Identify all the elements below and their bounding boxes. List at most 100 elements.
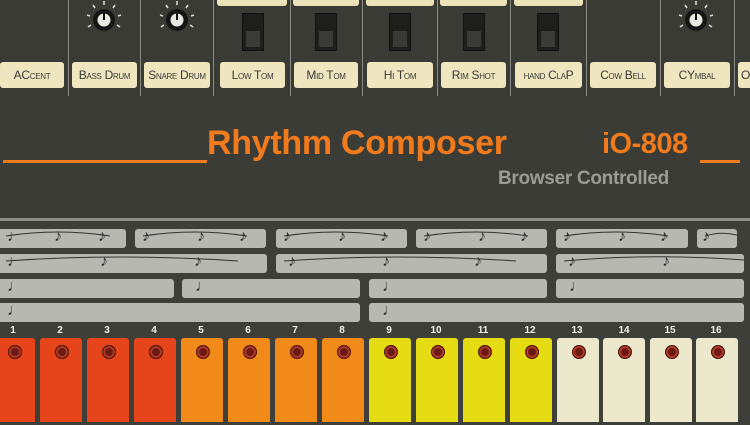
step-led bbox=[525, 345, 539, 359]
divider bbox=[734, 0, 735, 96]
instrument-label-cow-bell[interactable]: Cow Bell bbox=[590, 62, 656, 88]
time-grid-bar: ♪ bbox=[697, 229, 737, 248]
step-number: 11 bbox=[477, 325, 489, 336]
top-label-tab bbox=[217, 0, 287, 6]
time-grid-bar: ♩ ♪ ♪ bbox=[0, 229, 126, 248]
time-grid-bar: ♪ ♪ ♪ bbox=[276, 229, 407, 248]
bass-drum-level-knob[interactable] bbox=[85, 0, 123, 38]
rim-shot-switch[interactable] bbox=[463, 13, 485, 51]
step-led bbox=[196, 345, 210, 359]
time-grid-bar: ♪ ♪ ♪ bbox=[556, 229, 688, 248]
cymbal-level-knob[interactable] bbox=[677, 0, 715, 38]
step-number: 13 bbox=[571, 325, 583, 336]
time-grid-bar: ♪ ♪ bbox=[556, 254, 744, 273]
divider bbox=[660, 0, 661, 96]
top-label-tab bbox=[440, 0, 507, 6]
step-pad-9[interactable] bbox=[369, 338, 411, 422]
note-icon: ♩ bbox=[382, 279, 398, 295]
divider bbox=[362, 0, 363, 96]
step-pad-8[interactable] bbox=[322, 338, 364, 422]
top-label-tab bbox=[293, 0, 359, 6]
step-led bbox=[618, 345, 632, 359]
orange-rule-left bbox=[3, 160, 207, 163]
time-grid-bar: ♩ bbox=[182, 279, 360, 298]
note-icon: ♩ bbox=[382, 303, 398, 319]
note-icon: ♪ bbox=[702, 229, 710, 245]
step-number: 5 bbox=[198, 325, 204, 336]
note-icon: ♩ bbox=[7, 254, 23, 270]
note-icon: ♩ bbox=[7, 279, 23, 295]
instrument-label-hand-clap[interactable]: hand ClaP bbox=[515, 62, 582, 88]
step-led bbox=[431, 345, 445, 359]
divider bbox=[140, 0, 141, 96]
step-pad-13[interactable] bbox=[557, 338, 599, 422]
step-pad-15[interactable] bbox=[650, 338, 692, 422]
step-pad-16[interactable] bbox=[696, 338, 738, 422]
app-title: Rhythm Composer bbox=[207, 124, 507, 162]
step-pad-1[interactable] bbox=[0, 338, 35, 422]
step-led bbox=[337, 345, 351, 359]
time-grid-bar: ♪ ♪ ♪ bbox=[276, 254, 547, 273]
note-icon: ♪ bbox=[563, 229, 571, 245]
step-pad-2[interactable] bbox=[40, 338, 82, 422]
model-name: iO-808 bbox=[602, 128, 688, 160]
note-icon: ♪ bbox=[338, 229, 346, 245]
step-led bbox=[243, 345, 257, 359]
instrument-label-hi-tom[interactable]: Hi Tom bbox=[367, 62, 433, 88]
time-grid-bar: ♪ ♪ ♪ bbox=[135, 229, 266, 248]
step-pad-5[interactable] bbox=[181, 338, 223, 422]
time-grid-bar: ♩ bbox=[556, 279, 744, 298]
step-pad-7[interactable] bbox=[275, 338, 317, 422]
note-icon: ♪ bbox=[520, 229, 528, 245]
mid-tom-switch[interactable] bbox=[315, 13, 337, 51]
step-number: 15 bbox=[664, 325, 676, 336]
orange-rule-right bbox=[700, 160, 740, 163]
low-tom-switch[interactable] bbox=[242, 13, 264, 51]
step-led bbox=[102, 345, 116, 359]
step-number: 6 bbox=[245, 325, 251, 336]
step-led bbox=[55, 345, 69, 359]
step-pad-3[interactable] bbox=[87, 338, 129, 422]
note-icon: ♪ bbox=[100, 254, 108, 270]
instrument-label-accent[interactable]: ACcent bbox=[0, 62, 64, 88]
step-pad-14[interactable] bbox=[603, 338, 645, 422]
step-number: 3 bbox=[104, 325, 110, 336]
step-pad-6[interactable] bbox=[228, 338, 270, 422]
instrument-label-rim-shot[interactable]: Rim Shot bbox=[441, 62, 506, 88]
step-pad-4[interactable] bbox=[134, 338, 176, 422]
note-icon: ♪ bbox=[474, 254, 482, 270]
instrument-label-cymbal[interactable]: CYmbal bbox=[664, 62, 730, 88]
step-led bbox=[665, 345, 679, 359]
step-number: 8 bbox=[339, 325, 345, 336]
instrument-label-low-tom[interactable]: Low Tom bbox=[220, 62, 285, 88]
hand-clap-switch[interactable] bbox=[537, 13, 559, 51]
divider bbox=[510, 0, 511, 96]
step-number: 2 bbox=[57, 325, 63, 336]
step-pad-10[interactable] bbox=[416, 338, 458, 422]
instrument-label-open-hihat[interactable]: O bbox=[738, 62, 750, 88]
instrument-strip: ACcent Bass Drum Snare Drum Low Tom Mid … bbox=[0, 0, 750, 96]
step-pad-11[interactable] bbox=[463, 338, 505, 422]
note-icon: ♪ bbox=[568, 254, 576, 270]
note-icon: ♪ bbox=[239, 229, 247, 245]
time-grid-bar: ♩ bbox=[369, 279, 547, 298]
instrument-label-bass-drum[interactable]: Bass Drum bbox=[72, 62, 137, 88]
time-grid-bar: ♪ ♪ ♪ bbox=[416, 229, 547, 248]
note-icon: ♪ bbox=[380, 229, 388, 245]
step-number: 14 bbox=[618, 325, 630, 336]
hi-tom-switch[interactable] bbox=[389, 13, 411, 51]
instrument-label-snare-drum[interactable]: Snare Drum bbox=[144, 62, 210, 88]
note-icon: ♪ bbox=[283, 229, 291, 245]
note-icon: ♩ bbox=[7, 229, 23, 245]
note-icon: ♪ bbox=[618, 229, 626, 245]
note-icon: ♪ bbox=[478, 229, 486, 245]
snare-drum-level-knob[interactable] bbox=[158, 0, 196, 38]
step-led bbox=[290, 345, 304, 359]
step-led bbox=[8, 345, 22, 359]
note-icon: ♩ bbox=[195, 279, 211, 295]
divider bbox=[68, 0, 69, 96]
top-label-tab bbox=[514, 0, 583, 6]
instrument-label-mid-tom[interactable]: Mid Tom bbox=[294, 62, 358, 88]
note-icon: ♩ bbox=[569, 279, 585, 295]
step-pad-12[interactable] bbox=[510, 338, 552, 422]
